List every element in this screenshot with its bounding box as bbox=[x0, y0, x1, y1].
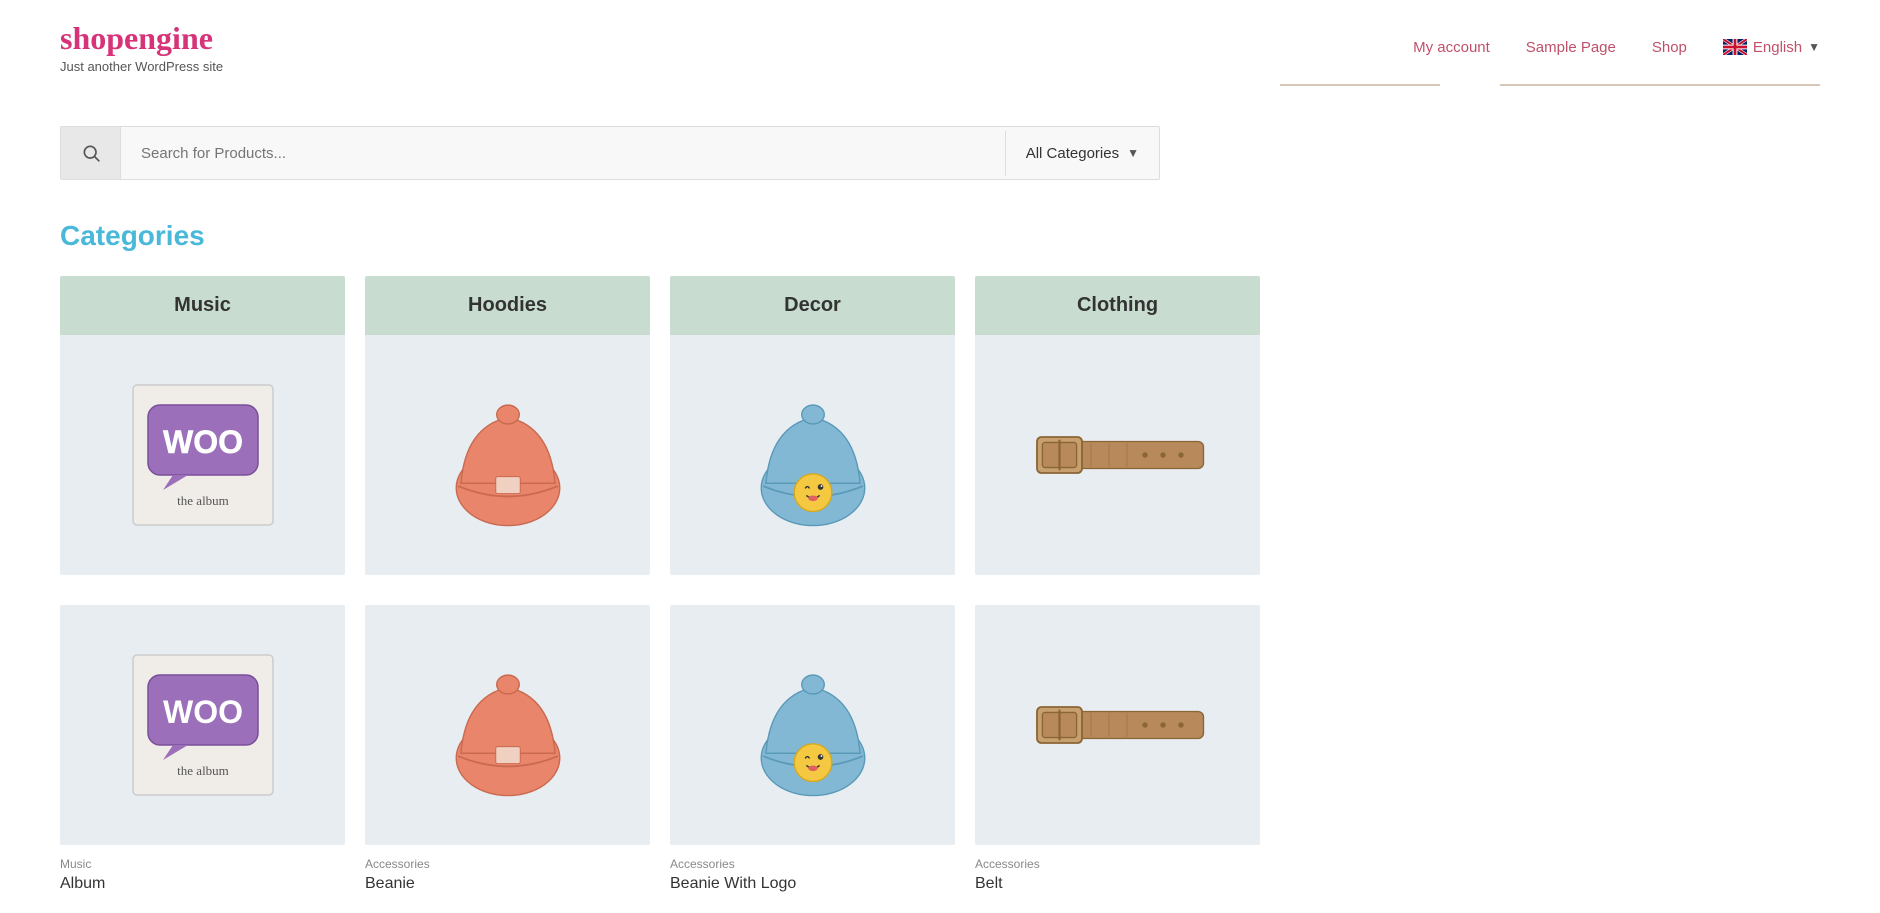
product-beanie-logo-image bbox=[748, 645, 878, 805]
search-bar: All Categories ▼ bbox=[60, 126, 1160, 180]
categories-section: Categories Music WOO the album bbox=[0, 190, 1880, 595]
main-nav: My account Sample Page Shop English ▼ bbox=[1413, 39, 1820, 56]
belt-image bbox=[1028, 405, 1208, 505]
product-card-beanie[interactable]: Accessories Beanie bbox=[365, 605, 650, 893]
product-card-album[interactable]: WOO the album Music Album bbox=[60, 605, 345, 893]
product-name-belt: Belt bbox=[975, 875, 1260, 893]
product-name-album: Album bbox=[60, 875, 345, 893]
category-dropdown[interactable]: All Categories ▼ bbox=[1005, 131, 1159, 176]
category-image-decor bbox=[670, 335, 955, 575]
category-label-decor: Decor bbox=[670, 276, 955, 335]
search-icon bbox=[81, 143, 101, 163]
product-name-beanie: Beanie bbox=[365, 875, 650, 893]
svg-text:WOO: WOO bbox=[163, 694, 243, 730]
search-section: All Categories ▼ bbox=[0, 96, 1880, 190]
category-label-music: Music bbox=[60, 276, 345, 335]
product-image-album: WOO the album bbox=[60, 605, 345, 845]
category-image-hoodies bbox=[365, 335, 650, 575]
category-label-hoodies: Hoodies bbox=[365, 276, 650, 335]
site-tagline: Just another WordPress site bbox=[60, 59, 223, 74]
nav-shop[interactable]: Shop bbox=[1652, 39, 1687, 56]
nav-sample-page[interactable]: Sample Page bbox=[1526, 39, 1616, 56]
products-section: WOO the album Music Album Accessories Be… bbox=[0, 595, 1880, 913]
category-card-decor[interactable]: Decor bbox=[670, 276, 955, 575]
product-name-beanie-logo: Beanie With Logo bbox=[670, 875, 955, 893]
product-category-belt: Accessories bbox=[975, 857, 1260, 871]
header-line-1 bbox=[1280, 84, 1440, 86]
language-label: English bbox=[1753, 39, 1802, 56]
category-card-clothing[interactable]: Clothing bbox=[975, 276, 1260, 575]
site-logo[interactable]: shopengine bbox=[60, 20, 223, 57]
search-input[interactable] bbox=[121, 131, 1005, 176]
product-card-belt[interactable]: Accessories Belt bbox=[975, 605, 1260, 893]
nav-my-account[interactable]: My account bbox=[1413, 39, 1490, 56]
product-category-beanie-logo: Accessories bbox=[670, 857, 955, 871]
product-card-beanie-logo[interactable]: Accessories Beanie With Logo bbox=[670, 605, 955, 893]
products-grid: WOO the album Music Album Accessories Be… bbox=[60, 605, 1260, 893]
category-grid: Music WOO the album Hoodies bbox=[60, 276, 1260, 575]
language-dropdown-arrow: ▼ bbox=[1808, 40, 1820, 54]
svg-text:the album: the album bbox=[177, 763, 229, 778]
flag-icon bbox=[1723, 39, 1747, 55]
header-line-2 bbox=[1500, 84, 1820, 86]
category-dropdown-arrow: ▼ bbox=[1127, 146, 1139, 160]
logo-area: shopengine Just another WordPress site bbox=[60, 20, 223, 74]
product-image-beanie bbox=[365, 605, 650, 845]
product-belt-image bbox=[1028, 675, 1208, 775]
language-selector[interactable]: English ▼ bbox=[1723, 39, 1820, 56]
beanie-image bbox=[443, 375, 573, 535]
product-category-beanie: Accessories bbox=[365, 857, 650, 871]
svg-text:the album: the album bbox=[177, 493, 229, 508]
search-button[interactable] bbox=[61, 127, 121, 179]
product-category-album: Music bbox=[60, 857, 345, 871]
category-label-clothing: Clothing bbox=[975, 276, 1260, 335]
category-image-music: WOO the album bbox=[60, 335, 345, 575]
woo-album-image: WOO the album bbox=[123, 375, 283, 535]
product-image-belt bbox=[975, 605, 1260, 845]
product-beanie-image bbox=[443, 645, 573, 805]
beanie-logo-image bbox=[748, 375, 878, 535]
categories-heading: Categories bbox=[60, 220, 1820, 252]
category-card-hoodies[interactable]: Hoodies bbox=[365, 276, 650, 575]
category-image-clothing bbox=[975, 335, 1260, 575]
svg-text:WOO: WOO bbox=[163, 424, 243, 460]
product-image-beanie-logo bbox=[670, 605, 955, 845]
category-dropdown-label: All Categories bbox=[1026, 145, 1119, 162]
category-card-music[interactable]: Music WOO the album bbox=[60, 276, 345, 575]
product-album-image: WOO the album bbox=[123, 645, 283, 805]
site-header: shopengine Just another WordPress site M… bbox=[0, 0, 1880, 84]
